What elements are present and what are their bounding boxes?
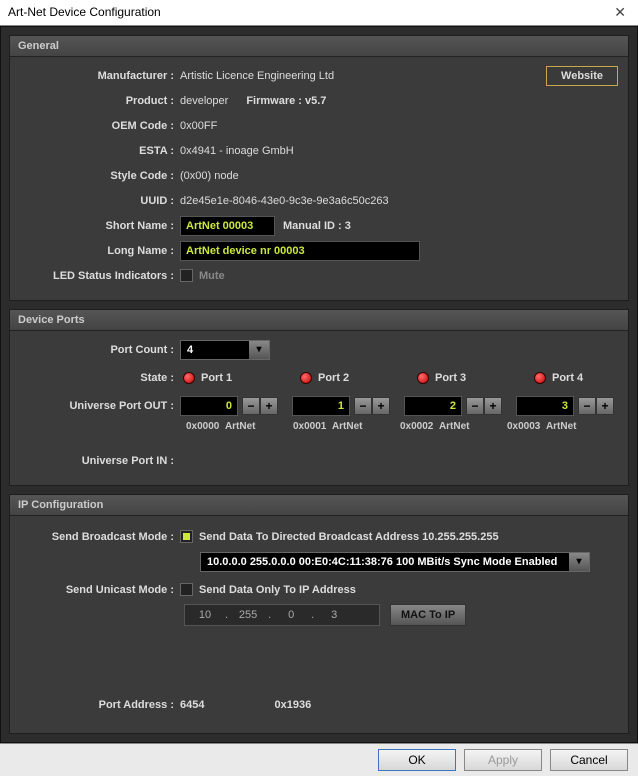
minus-button[interactable]: − [466, 397, 484, 415]
portcount-value: 4 [187, 344, 193, 356]
universe-3-input[interactable] [516, 396, 574, 416]
panel-ip-configuration-header: IP Configuration [10, 495, 628, 516]
mute-label: Mute [199, 270, 225, 282]
ip-octet-3[interactable] [314, 605, 354, 625]
firmware-value: Firmware : v5.7 [246, 95, 326, 107]
port-2-state: Port 2 [300, 372, 375, 384]
manualid-value: Manual ID : 3 [283, 220, 351, 232]
interface-text: 10.0.0.0 255.0.0.0 00:E0:4C:11:38:76 100… [207, 556, 557, 568]
unicast-checkbox[interactable] [180, 583, 193, 596]
universe-out-1: −+ [292, 396, 390, 416]
panel-device-ports-header: Device Ports [10, 310, 628, 331]
oem-value: 0x00FF [180, 120, 217, 132]
port-address-dec: 6454 [180, 699, 204, 711]
broadcast-text: Send Data To Directed Broadcast Address … [199, 531, 499, 543]
plus-button[interactable]: + [260, 397, 278, 415]
chevron-down-icon: ▾ [249, 341, 269, 359]
broadcast-mode-label: Send Broadcast Mode : [20, 531, 180, 543]
shortname-label: Short Name : [20, 220, 180, 232]
universe-out-2: −+ [404, 396, 502, 416]
led-icon [417, 372, 429, 384]
manufacturer-label: Manufacturer : [20, 70, 180, 82]
plus-button[interactable]: + [596, 397, 614, 415]
universe-out-label: Universe Port OUT : [20, 400, 180, 412]
panel-device-ports: Device Ports Port Count : 4 ▾ State : Po… [9, 309, 629, 486]
ledstatus-label: LED Status Indicators : [20, 270, 180, 282]
mac-to-ip-button[interactable]: MAC To IP [390, 604, 466, 626]
cancel-button[interactable]: Cancel [550, 749, 628, 771]
uuid-value: d2e45e1e-8046-43e0-9c3e-9e3a6c50c263 [180, 195, 389, 207]
minus-button[interactable]: − [242, 397, 260, 415]
minus-button[interactable]: − [578, 397, 596, 415]
port-3-state: Port 3 [417, 372, 492, 384]
unicast-text: Send Data Only To IP Address [199, 584, 356, 596]
plus-button[interactable]: + [372, 397, 390, 415]
ip-octet-2[interactable] [271, 605, 311, 625]
esta-label: ESTA : [20, 145, 180, 157]
close-icon[interactable]: ✕ [610, 4, 630, 21]
mute-checkbox[interactable] [180, 269, 193, 282]
website-button[interactable]: Website [546, 66, 618, 86]
longname-label: Long Name : [20, 245, 180, 257]
ok-button[interactable]: OK [378, 749, 456, 771]
buttons-bar: OK Apply Cancel [0, 743, 638, 776]
titlebar: Art-Net Device Configuration ✕ [0, 0, 638, 26]
universe-0-input[interactable] [180, 396, 238, 416]
chevron-down-icon: ▾ [569, 553, 589, 571]
stylecode-value: (0x00) node [180, 170, 239, 182]
portcount-label: Port Count : [20, 344, 180, 356]
uuid-label: UUID : [20, 195, 180, 207]
universe-2-input[interactable] [404, 396, 462, 416]
port-address-hex: 0x1936 [274, 699, 311, 711]
led-icon [183, 372, 195, 384]
led-icon [534, 372, 546, 384]
dialog-content: General Manufacturer : Artistic Licence … [0, 26, 638, 743]
port-4-state: Port 4 [534, 372, 609, 384]
shortname-input[interactable] [180, 216, 275, 236]
universe-1-input[interactable] [292, 396, 350, 416]
longname-input[interactable] [180, 241, 420, 261]
ip-octet-0[interactable] [185, 605, 225, 625]
oem-label: OEM Code : [20, 120, 180, 132]
portcount-select[interactable]: 4 ▾ [180, 340, 270, 360]
window-title: Art-Net Device Configuration [8, 5, 610, 19]
universe-in-label: Universe Port IN : [20, 455, 180, 467]
panel-general-header: General [10, 36, 628, 57]
universe-hex-row: 0x0000 ArtNet 0x0001 ArtNet 0x0002 ArtNe… [186, 421, 618, 432]
minus-button[interactable]: − [354, 397, 372, 415]
universe-out-0: −+ [180, 396, 278, 416]
product-label: Product : [20, 95, 180, 107]
manufacturer-value: Artistic Licence Engineering Ltd [180, 70, 334, 82]
interface-select[interactable]: 10.0.0.0 255.0.0.0 00:E0:4C:11:38:76 100… [200, 552, 590, 572]
panel-ip-configuration: IP Configuration Send Broadcast Mode : S… [9, 494, 629, 734]
ip-address-field[interactable]: . . . [184, 604, 380, 626]
led-icon [300, 372, 312, 384]
panel-general: General Manufacturer : Artistic Licence … [9, 35, 629, 301]
port-address-label: Port Address : [20, 699, 180, 711]
unicast-mode-label: Send Unicast Mode : [20, 584, 180, 596]
apply-button[interactable]: Apply [464, 749, 542, 771]
plus-button[interactable]: + [484, 397, 502, 415]
universe-out-3: −+ [516, 396, 614, 416]
broadcast-checkbox[interactable] [180, 530, 193, 543]
esta-value: 0x4941 - inoage GmbH [180, 145, 294, 157]
product-value: developer [180, 95, 228, 107]
stylecode-label: Style Code : [20, 170, 180, 182]
state-label: State : [20, 372, 180, 384]
port-1-state: Port 1 [183, 372, 258, 384]
ip-octet-1[interactable] [228, 605, 268, 625]
